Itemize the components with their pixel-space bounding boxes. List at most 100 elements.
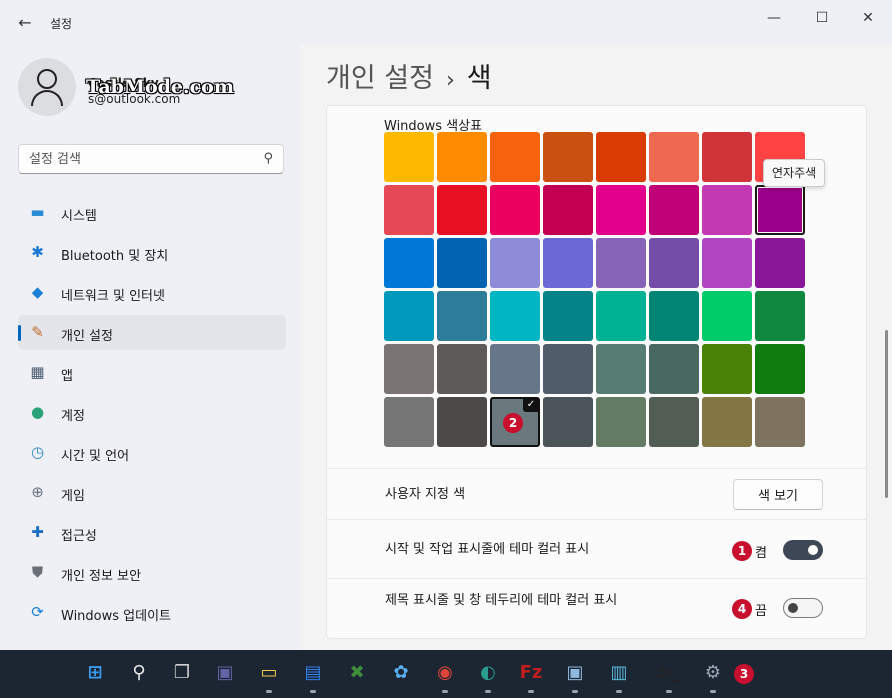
color-swatch[interactable] [596,185,646,235]
color-swatch[interactable] [543,344,593,394]
search-input[interactable] [29,150,249,168]
color-swatch[interactable] [490,238,540,288]
sidebar-item-5[interactable]: ● 계정 [18,395,286,430]
color-swatch[interactable] [702,185,752,235]
color-swatch[interactable] [437,397,487,447]
color-swatch[interactable] [596,344,646,394]
color-swatch[interactable] [649,185,699,235]
maximize-icon[interactable]: ☐ [808,8,836,28]
breadcrumb-personalization[interactable]: 개인 설정 [326,63,434,94]
checkmark-icon: ✓ [523,398,539,412]
remote-desktop-icon[interactable]: ▣ [562,660,588,686]
store-icon[interactable]: ▤ [300,660,326,686]
color-swatch[interactable] [543,397,593,447]
arrow-left-icon[interactable]: ← [14,12,36,34]
color-swatch[interactable] [384,397,434,447]
sidebar-item-8[interactable]: ✚ 접근성 [18,515,286,550]
sidebar-item-3[interactable]: ✎ 개인 설정 [18,315,286,350]
person-icon [37,69,57,89]
color-swatch[interactable] [755,291,805,341]
color-swatch[interactable] [596,291,646,341]
monitor-icon: ▬ [30,203,45,221]
title-bar: ← 설정 — ☐ ✕ [0,0,892,44]
color-swatch[interactable] [702,344,752,394]
color-swatch[interactable] [490,185,540,235]
color-swatch[interactable] [490,344,540,394]
paint-icon[interactable]: ✿ [388,660,414,686]
edge-icon[interactable]: ◐ [475,660,501,686]
search-box[interactable]: ⚲ [18,144,284,174]
color-swatch[interactable] [649,344,699,394]
color-swatch[interactable] [384,238,434,288]
color-swatch[interactable] [437,344,487,394]
chevron-right-icon: › [445,68,455,93]
color-swatch[interactable] [490,132,540,182]
color-swatch[interactable] [384,291,434,341]
color-swatch[interactable] [384,132,434,182]
close-icon[interactable]: ✕ [854,8,882,28]
gamepad-icon: ⊕ [31,483,44,501]
sidebar-item-10[interactable]: ⟳ Windows 업데이트 [18,595,286,630]
color-swatch[interactable] [702,132,752,182]
color-swatch[interactable] [649,291,699,341]
color-swatch[interactable] [384,185,434,235]
sidebar-item-1[interactable]: ✱ Bluetooth 및 장치 [18,235,286,270]
annotation-badge-4: 4 [732,599,752,619]
color-swatch[interactable] [437,291,487,341]
start-icon[interactable]: ⊞ [82,660,108,686]
color-swatch[interactable] [649,132,699,182]
search-icon[interactable]: ⚲ [126,660,152,686]
color-swatch[interactable] [543,238,593,288]
color-swatch[interactable] [596,397,646,447]
avatar[interactable] [18,58,76,116]
task-view-icon[interactable]: ❐ [169,660,195,686]
color-swatch[interactable] [755,344,805,394]
main-content: 개인 설정 › 색 Windows 색상표 ✓ 연자주색 2 사용자 지정 색 색 … [300,44,892,650]
sidebar-item-0[interactable]: ▬ 시스템 [18,195,286,230]
sidebar-item-label: 계정 [61,409,85,424]
color-swatch[interactable] [437,185,487,235]
filezilla-icon[interactable]: Fz [518,660,544,686]
color-swatch[interactable] [755,397,805,447]
sidebar-item-label: 개인 정보 보안 [61,569,142,584]
color-swatch[interactable] [649,238,699,288]
scrollbar[interactable] [885,330,888,498]
sidebar-item-4[interactable]: ▦ 앱 [18,355,286,390]
sidebar-item-6[interactable]: ◷ 시간 및 언어 [18,435,286,470]
file-explorer-icon[interactable]: ▭ [256,660,282,686]
view-colors-button[interactable]: 색 보기 [733,479,823,510]
sidebar-item-9[interactable]: ⛊ 개인 정보 보안 [18,555,286,590]
sidebar-item-7[interactable]: ⊕ 게임 [18,475,286,510]
color-swatch[interactable] [543,291,593,341]
color-swatch[interactable] [702,291,752,341]
color-swatch[interactable] [490,291,540,341]
color-swatch[interactable] [649,397,699,447]
color-swatch[interactable] [702,397,752,447]
xbox-icon[interactable]: ✖ [344,660,370,686]
color-swatch[interactable] [755,185,805,235]
toggle-state-off: 끔 [755,604,767,619]
color-swatch[interactable] [596,238,646,288]
minimize-icon[interactable]: — [760,8,788,28]
annotation-badge-2: 2 [503,413,523,433]
color-swatch[interactable] [596,132,646,182]
annotation-badge-1: 1 [732,541,752,561]
sidebar-item-label: 접근성 [61,529,97,544]
color-swatch[interactable] [437,238,487,288]
color-swatch[interactable] [543,132,593,182]
color-swatch[interactable] [437,132,487,182]
color-swatch[interactable] [755,238,805,288]
color-swatch[interactable] [543,185,593,235]
title-bar-accent-toggle[interactable] [783,598,823,618]
terminal-icon[interactable]: >_ [656,660,682,686]
color-swatch[interactable] [384,344,434,394]
start-taskbar-accent-toggle[interactable] [783,540,823,560]
search-icon[interactable]: ⚲ [263,151,273,166]
chrome-icon[interactable]: ◉ [432,660,458,686]
settings-icon[interactable]: ⚙ [700,660,726,686]
chat-icon[interactable]: ▣ [212,660,238,686]
sidebar-item-2[interactable]: ◆ 네트워크 및 인터넷 [18,275,286,310]
running-indicator [442,690,448,693]
buildings-icon[interactable]: ▥ [606,660,632,686]
color-swatch[interactable] [702,238,752,288]
